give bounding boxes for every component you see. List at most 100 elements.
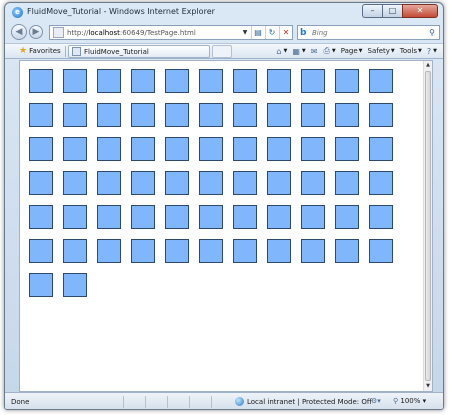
- blue-square-tile: [199, 137, 223, 161]
- home-button[interactable]: ⌂ ▼: [276, 47, 287, 56]
- chevron-down-icon: ▼: [418, 48, 422, 54]
- window-title: FluidMove_Tutorial - Windows Internet Ex…: [27, 7, 215, 16]
- favorites-button[interactable]: ★ Favorites: [19, 46, 61, 56]
- tools-menu[interactable]: Tools ▼: [400, 47, 422, 55]
- blue-square-tile: [369, 103, 393, 127]
- blue-square-tile: [369, 205, 393, 229]
- tab-fluidmove-tutorial[interactable]: FluidMove_Tutorial: [68, 45, 210, 58]
- blue-square-tile: [29, 273, 53, 297]
- title-bar: e FluidMove_Tutorial - Windows Internet …: [5, 3, 443, 23]
- scroll-up-icon[interactable]: ▲: [424, 61, 432, 70]
- zoom-icon: ⚲: [393, 397, 399, 405]
- star-icon: ★: [19, 46, 28, 56]
- blue-square-tile: [369, 69, 393, 93]
- blue-square-tile: [267, 103, 291, 127]
- blue-square-tile: [199, 69, 223, 93]
- blue-square-tile: [97, 171, 121, 195]
- blue-square-tile: [97, 103, 121, 127]
- mail-icon: ✉: [310, 46, 318, 56]
- scroll-down-icon[interactable]: ▼: [424, 382, 432, 391]
- maximize-button[interactable]: □: [382, 4, 402, 18]
- back-button[interactable]: ◀: [11, 24, 27, 40]
- blue-square-tile: [369, 137, 393, 161]
- blue-square-tile: [301, 205, 325, 229]
- chevron-down-icon: ▼: [433, 48, 437, 54]
- blue-square-tile: [29, 69, 53, 93]
- blue-square-tile: [267, 239, 291, 263]
- page-menu[interactable]: Page ▼: [341, 47, 363, 55]
- mail-button[interactable]: ✉: [311, 47, 319, 56]
- stop-icon[interactable]: ✕: [279, 26, 292, 39]
- blue-square-tile: [335, 69, 359, 93]
- chevron-down-icon: ▼: [331, 48, 336, 54]
- compatibility-view-icon[interactable]: ▤: [251, 26, 264, 39]
- blue-square-tile: [165, 205, 189, 229]
- favorites-label: Favorites: [29, 47, 61, 55]
- blue-square-tile: [199, 171, 223, 195]
- blue-square-tile: [131, 69, 155, 93]
- new-tab-button[interactable]: [212, 45, 232, 58]
- safety-menu[interactable]: Safety ▼: [368, 47, 395, 55]
- blue-square-tile: [29, 137, 53, 161]
- blue-square-tile: [97, 137, 121, 161]
- status-divider: [211, 396, 212, 408]
- chevron-down-icon: ▾: [420, 397, 427, 405]
- blue-square-tile: [267, 137, 291, 161]
- address-bar[interactable]: http://localhost:60649/TestPage.html ▼ ▤…: [49, 25, 293, 40]
- blue-square-tile: [233, 171, 257, 195]
- blue-square-tile: [131, 239, 155, 263]
- print-button[interactable]: ⎙ ▼: [323, 46, 335, 56]
- blue-square-tile: [97, 205, 121, 229]
- forward-button[interactable]: ▶: [29, 25, 43, 39]
- blue-square-tile: [63, 205, 87, 229]
- vertical-scrollbar[interactable]: ▲ ▼: [423, 61, 432, 391]
- divider: [65, 46, 66, 57]
- blue-square-tile: [267, 205, 291, 229]
- blue-square-tile: [369, 239, 393, 263]
- protected-mode-icon[interactable]: ⚙▾: [371, 397, 381, 405]
- blue-square-tile: [165, 137, 189, 161]
- blue-square-tile: [199, 205, 223, 229]
- help-icon: ?: [426, 46, 432, 56]
- address-url[interactable]: http://localhost:60649/TestPage.html: [67, 29, 240, 37]
- internet-explorer-icon: e: [12, 7, 23, 18]
- blue-square-tile: [63, 239, 87, 263]
- search-input[interactable]: [312, 28, 425, 37]
- search-icon[interactable]: ⚲: [425, 28, 439, 37]
- feeds-button[interactable]: ▦ ▼: [292, 47, 305, 56]
- help-button[interactable]: ? ▼: [427, 47, 437, 56]
- blue-square-tile: [267, 69, 291, 93]
- security-zone[interactable]: Local intranet | Protected Mode: Off: [235, 397, 372, 406]
- close-button[interactable]: ✕: [402, 4, 438, 18]
- search-box[interactable]: b ⚲: [297, 25, 440, 40]
- scrollbar-thumb[interactable]: [425, 71, 431, 381]
- blue-square-tile: [131, 137, 155, 161]
- blue-square-tile: [97, 69, 121, 93]
- command-bar: ⌂ ▼ ▦ ▼ ✉ ⎙ ▼ Page ▼ Safety ▼ Tools ▼ ? ▼: [271, 46, 437, 56]
- blue-square-tile: [335, 171, 359, 195]
- blue-square-tile: [29, 171, 53, 195]
- blue-square-tile: [335, 103, 359, 127]
- blue-square-tile: [199, 239, 223, 263]
- blue-square-tile: [335, 137, 359, 161]
- page-content: ▲ ▼: [19, 60, 433, 392]
- status-divider: [145, 396, 146, 408]
- blue-square-tile: [301, 239, 325, 263]
- page-menu-label: Page: [340, 47, 358, 55]
- chevron-down-icon: ▼: [358, 48, 363, 54]
- printer-icon: ⎙: [323, 46, 330, 55]
- page-icon: [53, 27, 64, 38]
- blue-square-tile: [233, 239, 257, 263]
- zoom-level[interactable]: ⚲ 100% ▾: [393, 397, 426, 405]
- blue-square-tile: [267, 171, 291, 195]
- minimize-button[interactable]: –: [362, 4, 382, 18]
- refresh-icon[interactable]: ↻: [265, 26, 278, 39]
- address-dropdown-icon[interactable]: ▼: [240, 29, 250, 36]
- url-host: localhost: [88, 28, 120, 37]
- blue-square-tile: [233, 103, 257, 127]
- blue-square-tile: [335, 239, 359, 263]
- blue-square-tile: [233, 137, 257, 161]
- blue-square-tile: [301, 103, 325, 127]
- blue-square-tile: [335, 205, 359, 229]
- blue-square-tile: [131, 103, 155, 127]
